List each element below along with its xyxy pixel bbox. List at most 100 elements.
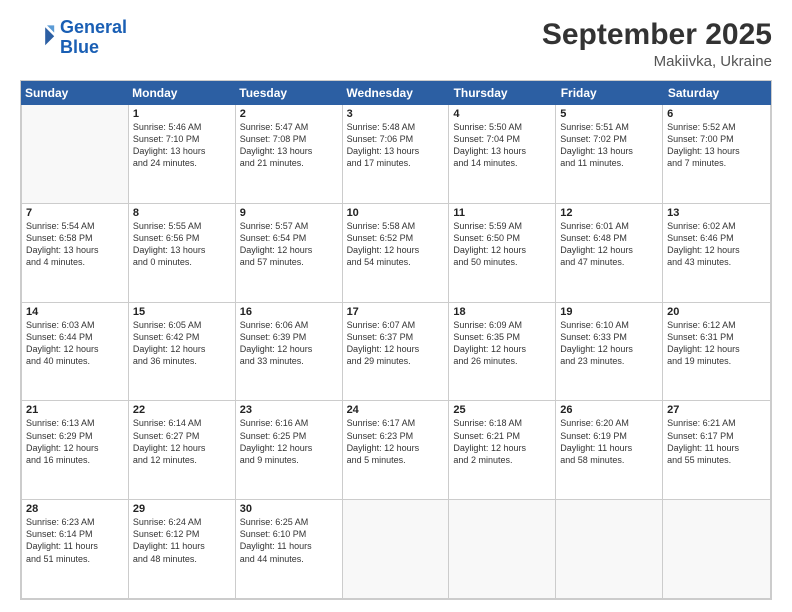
calendar-row-1: 7Sunrise: 5:54 AMSunset: 6:58 PMDaylight…: [22, 204, 770, 303]
day-number: 19: [560, 306, 658, 318]
calendar-row-3: 21Sunrise: 6:13 AMSunset: 6:29 PMDayligh…: [22, 401, 770, 500]
day-number: 30: [240, 503, 338, 515]
cell-line: Sunrise: 6:12 AM: [667, 319, 766, 331]
day-number: 27: [667, 404, 766, 416]
cell-line: Sunrise: 6:20 AM: [560, 417, 658, 429]
cell-line: Sunrise: 5:47 AM: [240, 121, 338, 133]
day-cell-15: 15Sunrise: 6:05 AMSunset: 6:42 PMDayligh…: [129, 303, 236, 401]
cell-line: and 11 minutes.: [560, 157, 658, 169]
cell-line: and 51 minutes.: [26, 553, 124, 565]
day-cell-7: 7Sunrise: 5:54 AMSunset: 6:58 PMDaylight…: [22, 204, 129, 302]
cell-line: and 47 minutes.: [560, 256, 658, 268]
cell-line: Daylight: 12 hours: [26, 343, 124, 355]
day-cell-27: 27Sunrise: 6:21 AMSunset: 6:17 PMDayligh…: [663, 401, 770, 499]
location: Makiivka, Ukraine: [542, 53, 772, 70]
day-cell-9: 9Sunrise: 5:57 AMSunset: 6:54 PMDaylight…: [236, 204, 343, 302]
cell-line: Sunrise: 6:17 AM: [347, 417, 445, 429]
day-cell-20: 20Sunrise: 6:12 AMSunset: 6:31 PMDayligh…: [663, 303, 770, 401]
cell-line: Sunrise: 6:16 AM: [240, 417, 338, 429]
cell-line: Daylight: 12 hours: [240, 442, 338, 454]
cell-line: Sunrise: 6:21 AM: [667, 417, 766, 429]
day-cell-19: 19Sunrise: 6:10 AMSunset: 6:33 PMDayligh…: [556, 303, 663, 401]
cell-line: Sunset: 6:42 PM: [133, 331, 231, 343]
cell-line: Daylight: 12 hours: [347, 244, 445, 256]
cell-line: and 14 minutes.: [453, 157, 551, 169]
day-cell-26: 26Sunrise: 6:20 AMSunset: 6:19 PMDayligh…: [556, 401, 663, 499]
cell-line: and 19 minutes.: [667, 355, 766, 367]
day-cell-18: 18Sunrise: 6:09 AMSunset: 6:35 PMDayligh…: [449, 303, 556, 401]
cell-line: Sunset: 6:25 PM: [240, 430, 338, 442]
header-day-wednesday: Wednesday: [342, 81, 449, 105]
cell-line: Daylight: 13 hours: [667, 145, 766, 157]
cell-line: Sunset: 6:33 PM: [560, 331, 658, 343]
empty-cell: [663, 500, 770, 598]
cell-line: Daylight: 11 hours: [667, 442, 766, 454]
cell-line: Sunset: 6:52 PM: [347, 232, 445, 244]
cell-line: Sunset: 6:29 PM: [26, 430, 124, 442]
day-number: 18: [453, 306, 551, 318]
cell-line: Sunset: 6:17 PM: [667, 430, 766, 442]
cell-line: Daylight: 12 hours: [453, 244, 551, 256]
cell-line: Sunrise: 6:24 AM: [133, 516, 231, 528]
header-day-sunday: Sunday: [21, 81, 128, 105]
cell-line: Sunset: 7:06 PM: [347, 133, 445, 145]
month-title: September 2025: [542, 18, 772, 51]
cell-line: Sunrise: 6:13 AM: [26, 417, 124, 429]
day-cell-1: 1Sunrise: 5:46 AMSunset: 7:10 PMDaylight…: [129, 105, 236, 203]
cell-line: Sunrise: 6:02 AM: [667, 220, 766, 232]
cell-line: Sunset: 6:58 PM: [26, 232, 124, 244]
cell-line: Sunrise: 6:05 AM: [133, 319, 231, 331]
cell-line: Daylight: 12 hours: [347, 442, 445, 454]
day-number: 29: [133, 503, 231, 515]
title-block: September 2025 Makiivka, Ukraine: [542, 18, 772, 70]
day-cell-23: 23Sunrise: 6:16 AMSunset: 6:25 PMDayligh…: [236, 401, 343, 499]
cell-line: Sunrise: 5:50 AM: [453, 121, 551, 133]
day-cell-17: 17Sunrise: 6:07 AMSunset: 6:37 PMDayligh…: [343, 303, 450, 401]
calendar-body: 1Sunrise: 5:46 AMSunset: 7:10 PMDaylight…: [21, 105, 771, 599]
day-number: 1: [133, 108, 231, 120]
day-number: 9: [240, 207, 338, 219]
cell-line: Sunrise: 6:06 AM: [240, 319, 338, 331]
cell-line: Sunset: 7:08 PM: [240, 133, 338, 145]
header: General Blue September 2025 Makiivka, Uk…: [20, 18, 772, 70]
cell-line: Sunrise: 6:25 AM: [240, 516, 338, 528]
day-number: 14: [26, 306, 124, 318]
calendar-row-2: 14Sunrise: 6:03 AMSunset: 6:44 PMDayligh…: [22, 303, 770, 402]
day-cell-3: 3Sunrise: 5:48 AMSunset: 7:06 PMDaylight…: [343, 105, 450, 203]
cell-line: Sunset: 6:48 PM: [560, 232, 658, 244]
day-cell-2: 2Sunrise: 5:47 AMSunset: 7:08 PMDaylight…: [236, 105, 343, 203]
cell-line: Sunrise: 6:03 AM: [26, 319, 124, 331]
day-number: 16: [240, 306, 338, 318]
day-number: 12: [560, 207, 658, 219]
calendar-row-4: 28Sunrise: 6:23 AMSunset: 6:14 PMDayligh…: [22, 500, 770, 598]
day-number: 8: [133, 207, 231, 219]
cell-line: Sunrise: 5:46 AM: [133, 121, 231, 133]
cell-line: and 21 minutes.: [240, 157, 338, 169]
day-cell-28: 28Sunrise: 6:23 AMSunset: 6:14 PMDayligh…: [22, 500, 129, 598]
cell-line: and 2 minutes.: [453, 454, 551, 466]
day-cell-25: 25Sunrise: 6:18 AMSunset: 6:21 PMDayligh…: [449, 401, 556, 499]
cell-line: Sunset: 6:50 PM: [453, 232, 551, 244]
header-day-tuesday: Tuesday: [235, 81, 342, 105]
calendar-row-0: 1Sunrise: 5:46 AMSunset: 7:10 PMDaylight…: [22, 105, 770, 204]
cell-line: Sunrise: 5:48 AM: [347, 121, 445, 133]
empty-cell: [556, 500, 663, 598]
cell-line: Daylight: 12 hours: [26, 442, 124, 454]
cell-line: Sunset: 6:27 PM: [133, 430, 231, 442]
header-day-saturday: Saturday: [664, 81, 771, 105]
cell-line: and 50 minutes.: [453, 256, 551, 268]
cell-line: Daylight: 13 hours: [26, 244, 124, 256]
day-number: 25: [453, 404, 551, 416]
day-cell-10: 10Sunrise: 5:58 AMSunset: 6:52 PMDayligh…: [343, 204, 450, 302]
day-cell-14: 14Sunrise: 6:03 AMSunset: 6:44 PMDayligh…: [22, 303, 129, 401]
cell-line: Sunrise: 5:59 AM: [453, 220, 551, 232]
cell-line: Sunset: 6:31 PM: [667, 331, 766, 343]
day-number: 24: [347, 404, 445, 416]
header-day-monday: Monday: [128, 81, 235, 105]
empty-cell: [22, 105, 129, 203]
cell-line: Daylight: 11 hours: [560, 442, 658, 454]
day-number: 5: [560, 108, 658, 120]
cell-line: Sunrise: 6:10 AM: [560, 319, 658, 331]
cell-line: Sunrise: 6:14 AM: [133, 417, 231, 429]
day-cell-30: 30Sunrise: 6:25 AMSunset: 6:10 PMDayligh…: [236, 500, 343, 598]
